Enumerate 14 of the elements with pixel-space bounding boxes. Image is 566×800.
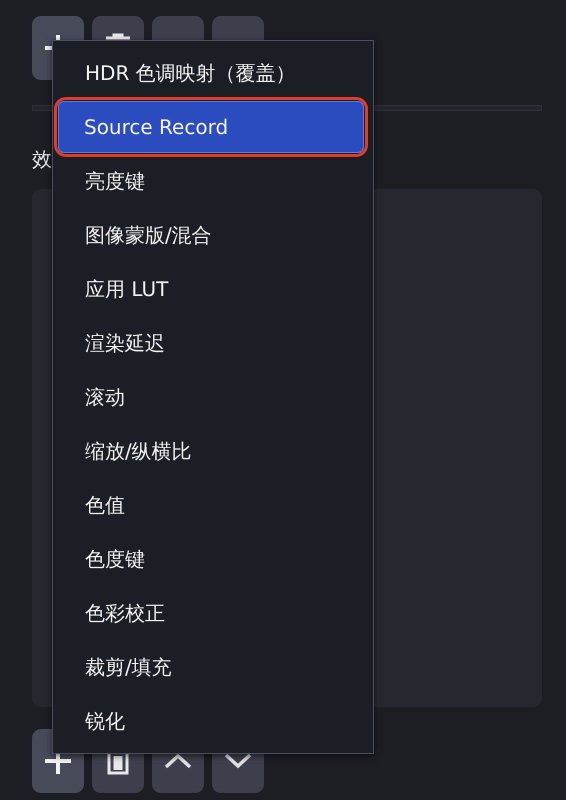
menu-item[interactable]: 色度键: [58, 532, 368, 586]
menu-item[interactable]: 应用 LUT: [58, 262, 368, 316]
menu-item[interactable]: 色彩校正: [58, 586, 368, 640]
menu-item[interactable]: 图像蒙版/混合: [58, 208, 368, 262]
menu-item[interactable]: 缩放/纵横比: [58, 424, 368, 478]
menu-item[interactable]: 裁剪/填充: [58, 640, 368, 694]
menu-item[interactable]: 滚动: [58, 370, 368, 424]
menu-item[interactable]: 色值: [58, 478, 368, 532]
section-label: 效: [32, 147, 52, 171]
menu-item[interactable]: 渲染延迟: [58, 316, 368, 370]
menu-item[interactable]: Source Record: [58, 101, 364, 153]
menu-item[interactable]: 锐化: [58, 694, 368, 748]
menu-item[interactable]: 亮度键: [58, 154, 368, 208]
menu-item[interactable]: HDR 色调映射（覆盖）: [58, 46, 368, 100]
